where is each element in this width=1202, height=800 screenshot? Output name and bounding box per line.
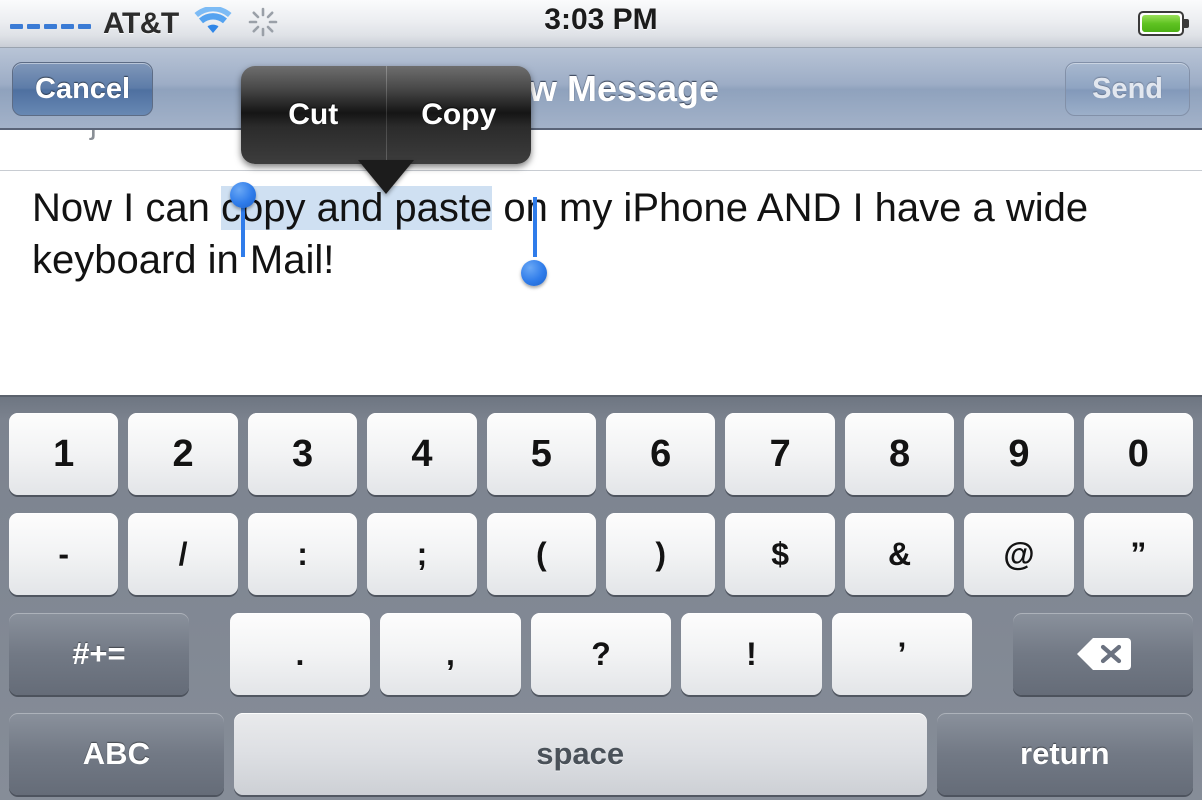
keyboard-row-symbols: - / : ; ( ) $ & @ ” (0, 504, 1202, 604)
key-6[interactable]: 6 (606, 413, 716, 495)
key-colon[interactable]: : (247, 513, 358, 595)
cut-label: Cut (288, 98, 339, 131)
send-button[interactable]: Send (1065, 62, 1190, 116)
battery-icon (1138, 11, 1190, 36)
message-text-before: Now I can (32, 186, 221, 230)
key-period[interactable]: . (229, 613, 371, 695)
message-body-text[interactable]: Now I can copy and paste on my iPhone AN… (32, 182, 1182, 286)
navigation-bar: Cancel New Message Send (0, 48, 1202, 130)
key-9[interactable]: 9 (964, 413, 1074, 495)
selected-text[interactable]: copy and paste (220, 186, 493, 230)
key-more-symbols[interactable]: #+= (9, 613, 189, 695)
key-return[interactable]: return (936, 713, 1193, 795)
keyboard-row-punctuation: #+= . , ? ! ’ (0, 604, 1202, 704)
recipient-field-text: j (90, 130, 97, 142)
key-semicolon[interactable]: ; (367, 513, 477, 595)
selection-caret-end (533, 197, 537, 257)
page-title: New Message (482, 68, 720, 109)
copy-label: Copy (421, 98, 497, 131)
send-button-label: Send (1092, 72, 1163, 105)
clock-label: 3:03 PM (544, 3, 658, 36)
edit-menu-arrow-icon (358, 160, 414, 194)
backspace-delete-icon (1077, 638, 1132, 670)
key-8[interactable]: 8 (844, 413, 955, 495)
key-0[interactable]: 0 (1083, 413, 1194, 495)
key-2[interactable]: 2 (128, 413, 238, 495)
key-question[interactable]: ? (530, 613, 672, 695)
key-4[interactable]: 4 (367, 413, 477, 495)
key-paren-open[interactable]: ( (486, 513, 597, 595)
keyboard-row-bottom: ABC space return (0, 704, 1202, 800)
onscreen-keyboard: 1 2 3 4 5 6 7 8 9 0 - / : ; ( ) $ & @ ” … (0, 395, 1202, 800)
key-abc-switch[interactable]: ABC (9, 713, 224, 795)
compose-area: j Now I can copy and paste on my iPhone … (0, 130, 1202, 395)
recipient-field-row[interactable]: j (0, 130, 1202, 171)
edit-menu-item-cut[interactable]: Cut (241, 66, 386, 164)
key-slash[interactable]: / (128, 513, 238, 595)
key-apostrophe[interactable]: ’ (831, 613, 973, 695)
key-hyphen[interactable]: - (9, 513, 119, 595)
selection-handle-start[interactable] (230, 182, 256, 208)
key-1[interactable]: 1 (9, 413, 119, 495)
key-dollar[interactable]: $ (725, 513, 835, 595)
key-comma[interactable]: , (380, 613, 521, 695)
key-3[interactable]: 3 (247, 413, 358, 495)
iphone-screen: AT&T 3:03 PM Cancel New Message Send Now… (0, 0, 1202, 800)
edit-menu-item-copy[interactable]: Copy (387, 66, 532, 164)
keyboard-row-numbers: 1 2 3 4 5 6 7 8 9 0 (0, 404, 1202, 504)
status-bar: AT&T 3:03 PM (0, 0, 1202, 48)
edit-menu-callout: Cut Copy (241, 66, 531, 164)
key-at[interactable]: @ (964, 513, 1074, 595)
key-quote-double[interactable]: ” (1083, 513, 1194, 595)
key-backspace[interactable] (1013, 613, 1193, 695)
key-space[interactable]: space (233, 713, 927, 795)
key-7[interactable]: 7 (725, 413, 835, 495)
key-paren-close[interactable]: ) (606, 513, 716, 595)
key-ampersand[interactable]: & (844, 513, 955, 595)
key-5[interactable]: 5 (486, 413, 597, 495)
selection-handle-end[interactable] (521, 260, 547, 286)
key-exclamation[interactable]: ! (681, 613, 822, 695)
